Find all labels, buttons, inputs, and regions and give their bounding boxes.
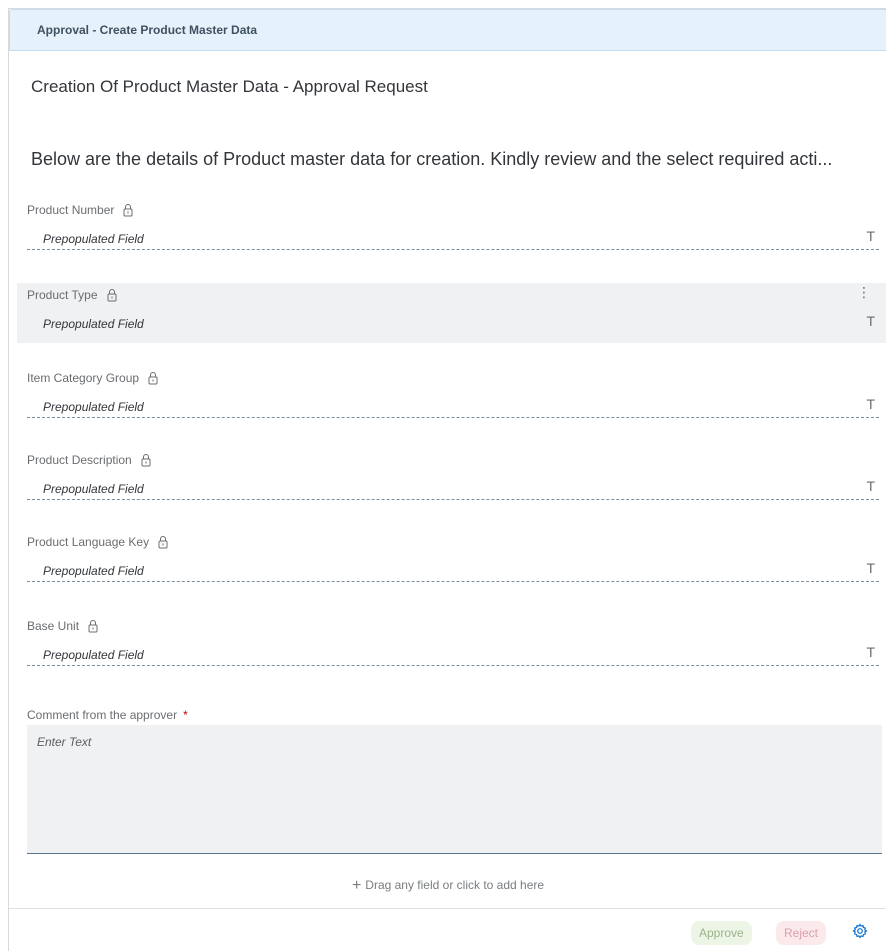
- field-underline: [27, 499, 879, 500]
- field-value: Prepopulated Field: [43, 564, 144, 578]
- field-product-language-key[interactable]: Product Language Key Prepopulated Field …: [17, 530, 886, 590]
- form-intro-text[interactable]: Below are the details of Product master …: [31, 149, 871, 170]
- field-value: Prepopulated Field: [43, 232, 144, 246]
- text-type-icon: T: [866, 560, 875, 576]
- text-type-icon: T: [866, 396, 875, 412]
- field-item-category-group[interactable]: Item Category Group Prepopulated Field T: [17, 366, 886, 426]
- field-label-text: Product Language Key: [27, 535, 150, 549]
- field-label-text: Product Number: [27, 203, 115, 217]
- comment-label: Comment from the approver *: [27, 708, 188, 722]
- form-title-bar: Approval - Create Product Master Data: [9, 9, 886, 51]
- field-label-text: Product Description: [27, 453, 132, 467]
- required-marker: *: [183, 708, 188, 722]
- field-value: Prepopulated Field: [43, 648, 144, 662]
- text-type-icon: T: [866, 228, 875, 244]
- field-label: Product Description: [27, 453, 152, 467]
- field-base-unit[interactable]: Base Unit Prepopulated Field T: [17, 614, 886, 674]
- field-underline: [27, 417, 879, 418]
- field-label: Product Language Key: [27, 535, 169, 549]
- lock-icon: [88, 620, 98, 633]
- lock-icon: [107, 289, 116, 302]
- field-label-text: Base Unit: [27, 619, 80, 633]
- lock-icon: [123, 204, 133, 217]
- field-underline: [27, 249, 879, 250]
- footer-divider: [9, 908, 886, 909]
- add-field-label: Drag any field or click to add here: [365, 878, 545, 892]
- field-product-description[interactable]: Product Description Prepopulated Field T: [17, 448, 886, 508]
- field-value: Prepopulated Field: [43, 400, 144, 414]
- form-title: Approval - Create Product Master Data: [37, 23, 258, 37]
- field-label: Item Category Group: [27, 371, 159, 385]
- approve-button[interactable]: Approve: [691, 921, 752, 945]
- more-vertical-icon[interactable]: ⋮: [857, 285, 871, 299]
- lock-icon: [148, 372, 158, 385]
- gear-icon[interactable]: [852, 923, 868, 939]
- form-editor-frame: Approval - Create Product Master Data Cr…: [8, 8, 886, 951]
- comment-placeholder: Enter Text: [37, 735, 92, 749]
- comment-label-text: Comment from the approver: [27, 708, 178, 722]
- field-label-text: Product Type: [27, 288, 98, 302]
- text-type-icon: T: [866, 313, 875, 329]
- field-product-type[interactable]: Product Type ⋮ Prepopulated Field T: [17, 283, 886, 343]
- field-underline: [27, 581, 879, 582]
- reject-button[interactable]: Reject: [776, 921, 827, 945]
- field-label: Product Number: [27, 203, 134, 217]
- field-label-text: Item Category Group: [27, 371, 140, 385]
- field-product-number[interactable]: Product Number Prepopulated Field T: [17, 198, 886, 258]
- plus-icon: +: [351, 877, 362, 894]
- field-label: Base Unit: [27, 619, 99, 633]
- field-value: Prepopulated Field: [43, 482, 144, 496]
- field-value: Prepopulated Field: [43, 317, 144, 331]
- field-underline: [27, 665, 879, 666]
- add-field-dropzone[interactable]: + Drag any field or click to add here: [9, 877, 886, 895]
- comment-textarea[interactable]: Enter Text: [27, 725, 882, 854]
- text-type-icon: T: [866, 644, 875, 660]
- field-label: Product Type: [27, 288, 118, 302]
- form-heading[interactable]: Creation Of Product Master Data - Approv…: [31, 77, 428, 97]
- lock-icon: [141, 454, 151, 467]
- text-type-icon: T: [866, 478, 875, 494]
- lock-icon: [158, 536, 168, 549]
